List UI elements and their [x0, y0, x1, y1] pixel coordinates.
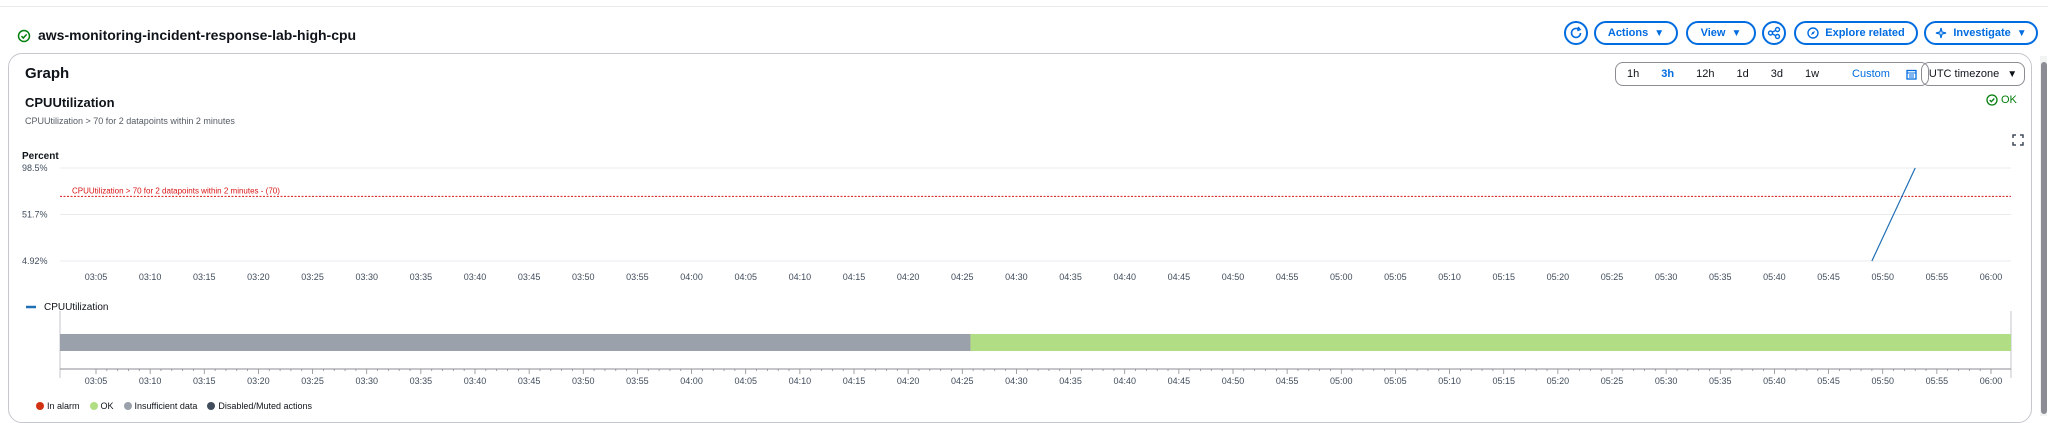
x-tick-label: 04:20 — [897, 272, 920, 282]
band-x-tick-label: 03:15 — [193, 376, 216, 386]
legend-label: In alarm — [47, 401, 80, 411]
x-tick-label: 03:35 — [410, 272, 433, 282]
legend-in-alarm: In alarm — [36, 401, 80, 411]
x-tick-label: 03:20 — [247, 272, 270, 282]
x-tick-label: 03:45 — [518, 272, 541, 282]
x-tick-label: 05:50 — [1871, 272, 1894, 282]
x-tick-label: 05:05 — [1384, 272, 1407, 282]
band-x-tick-label: 03:40 — [464, 376, 487, 386]
band-x-tick-label: 05:45 — [1817, 376, 1840, 386]
threshold-label: CPUUtilization > 70 for 2 datapoints wit… — [72, 186, 280, 195]
x-tick-label: 04:30 — [1005, 272, 1028, 282]
x-tick-label: 04:55 — [1276, 272, 1299, 282]
x-tick-label: 04:05 — [734, 272, 757, 282]
band-x-tick-label: 04:45 — [1168, 376, 1191, 386]
x-tick-label: 03:05 — [85, 272, 108, 282]
band-x-tick-label: 03:50 — [572, 376, 595, 386]
band-x-tick-label: 05:05 — [1384, 376, 1407, 386]
legend-label-cpu: CPUUtilization — [44, 302, 108, 313]
band-x-tick-label: 05:10 — [1438, 376, 1461, 386]
legend-label: Disabled/Muted actions — [218, 401, 312, 411]
band-x-tick-label: 05:50 — [1871, 376, 1894, 386]
x-tick-label: 05:55 — [1926, 272, 1949, 282]
band-x-tick-label: 03:20 — [247, 376, 270, 386]
state-legend: In alarm OK Insufficient data Disabled/M… — [36, 401, 312, 411]
x-tick-label: 03:50 — [572, 272, 595, 282]
x-tick-label: 06:00 — [1980, 272, 2003, 282]
band-x-tick-label: 04:15 — [843, 376, 866, 386]
band-x-tick-label: 04:20 — [897, 376, 920, 386]
band-x-tick-label: 03:45 — [518, 376, 541, 386]
x-tick-label: 05:15 — [1492, 272, 1515, 282]
band-x-tick-label: 03:25 — [301, 376, 324, 386]
band-x-tick-label: 03:55 — [626, 376, 649, 386]
legend-swatch — [89, 402, 98, 410]
band-x-tick-label: 04:25 — [951, 376, 974, 386]
cpu-utilization-chart: Percent98.5% 51.7% 4.92% CPUUtilization > 7… — [22, 151, 2012, 386]
x-tick-label: 04:10 — [789, 272, 812, 282]
band-x-tick-label: 05:30 — [1655, 376, 1678, 386]
legend-swatch — [36, 402, 44, 410]
x-tick-label: 04:40 — [1113, 272, 1136, 282]
band-x-tick-label: 05:40 — [1763, 376, 1786, 386]
y-tick-label: 4.92% — [22, 256, 48, 266]
x-tick-label: 03:15 — [193, 272, 216, 282]
band-x-tick-label: 05:20 — [1547, 376, 1570, 386]
band-x-tick-label: 05:15 — [1492, 376, 1515, 386]
band-x-tick-label: 04:35 — [1059, 376, 1082, 386]
band-x-tick-label: 06:00 — [1980, 376, 2003, 386]
band-x-tick-label: 05:00 — [1330, 376, 1353, 386]
x-tick-label: 05:45 — [1817, 272, 1840, 282]
band-x-tick-label: 03:10 — [139, 376, 162, 386]
legend-label: OK — [100, 401, 114, 411]
band-x-tick-label: 04:50 — [1222, 376, 1245, 386]
state-segment-ok — [970, 334, 2011, 351]
state-segment-insufficient-data — [60, 334, 971, 351]
x-tick-label: 05:00 — [1330, 272, 1353, 282]
band-x-tick-label: 03:05 — [85, 376, 108, 386]
band-x-tick-label: 03:35 — [410, 376, 433, 386]
x-tick-label: 04:45 — [1168, 272, 1191, 282]
y-axis-label: Percent — [22, 151, 59, 162]
x-tick-label: 03:25 — [301, 272, 324, 282]
band-x-tick-label: 05:55 — [1926, 376, 1949, 386]
x-tick-label: 05:40 — [1763, 272, 1786, 282]
band-x-tick-label: 04:40 — [1113, 376, 1136, 386]
band-x-tick-label: 04:55 — [1276, 376, 1299, 386]
x-tick-label: 05:30 — [1655, 272, 1678, 282]
x-tick-label: 05:35 — [1709, 272, 1732, 282]
x-tick-label: 04:25 — [951, 272, 974, 282]
x-tick-label: 05:10 — [1438, 272, 1461, 282]
band-x-tick-label: 05:35 — [1709, 376, 1732, 386]
x-tick-label: 03:30 — [355, 272, 378, 282]
band-x-tick-label: 04:30 — [1005, 376, 1028, 386]
band-x-tick-label: 04:10 — [789, 376, 812, 386]
x-tick-label: 05:25 — [1601, 272, 1624, 282]
x-tick-label: 04:50 — [1222, 272, 1245, 282]
band-x-tick-label: 04:05 — [734, 376, 757, 386]
x-tick-label: 03:10 — [139, 272, 162, 282]
legend-disabled-muted: Disabled/Muted actions — [207, 401, 312, 411]
y-tick-label: 98.5% — [22, 163, 48, 173]
x-tick-label: 05:20 — [1547, 272, 1570, 282]
legend-swatch — [207, 402, 216, 410]
scrollbar-thumb[interactable] — [2041, 62, 2047, 414]
y-tick-label: 51.7% — [22, 210, 48, 220]
x-tick-label: 04:35 — [1059, 272, 1082, 282]
band-x-tick-label: 04:00 — [680, 376, 703, 386]
band-x-tick-label: 03:30 — [355, 376, 378, 386]
x-tick-label: 04:00 — [680, 272, 703, 282]
legend-label: Insufficient data — [134, 401, 198, 411]
legend-insufficient-data: Insufficient data — [123, 401, 198, 411]
legend-ok: OK — [89, 401, 114, 411]
x-tick-label: 03:55 — [626, 272, 649, 282]
x-tick-label: 03:40 — [464, 272, 487, 282]
band-x-tick-label: 05:25 — [1601, 376, 1624, 386]
legend-swatch — [123, 402, 132, 410]
x-tick-label: 04:15 — [843, 272, 866, 282]
